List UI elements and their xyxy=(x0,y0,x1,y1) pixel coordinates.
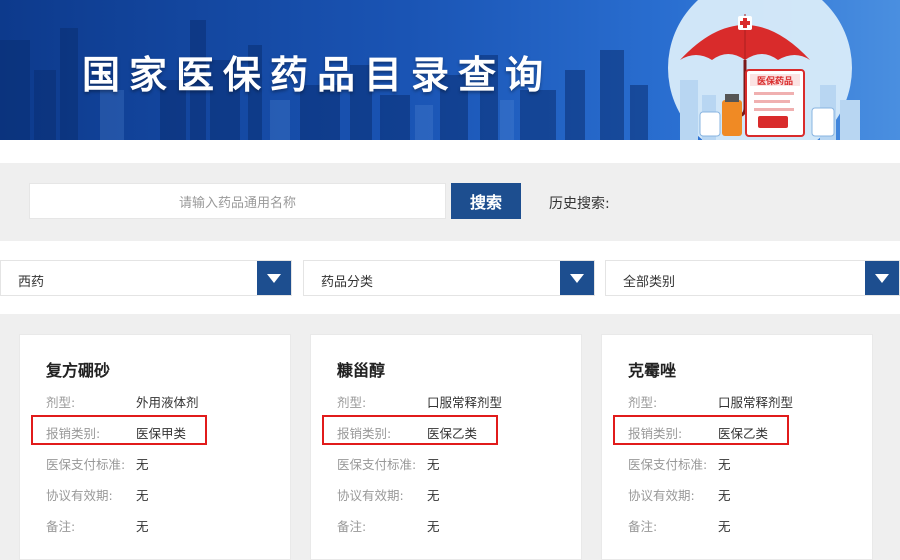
row-key: 剂型: xyxy=(46,395,76,410)
row-key: 剂型: xyxy=(337,395,367,410)
row-key: 报销类别: xyxy=(46,426,101,441)
search-button[interactable]: 搜索 xyxy=(451,183,521,219)
row-key: 医保支付标准: xyxy=(628,457,708,472)
header-banner: 国家医保药品目录查询 医保药品 xyxy=(0,0,900,140)
row-key: 备注: xyxy=(46,519,76,534)
row-key: 医保支付标准: xyxy=(46,457,126,472)
row-value: 无 xyxy=(427,488,440,503)
umbrella-medicine-icon: 医保药品 xyxy=(668,0,860,140)
row-key: 剂型: xyxy=(628,395,658,410)
drug-card[interactable]: 克霉唑 剂型: 口服常释剂型 报销类别: 医保乙类 医保支付标准: 无 协议有效… xyxy=(601,334,873,560)
row-value: 医保乙类 xyxy=(427,426,478,441)
row-key: 备注: xyxy=(628,519,658,534)
drug-name: 复方硼砂 xyxy=(46,361,111,380)
row-key: 协议有效期: xyxy=(337,488,404,503)
row-value: 无 xyxy=(718,488,731,503)
row-value: 医保甲类 xyxy=(136,426,187,441)
search-panel: 请输入药品通用名称 搜索 历史搜索: xyxy=(0,163,900,241)
row-key: 报销类别: xyxy=(337,426,392,441)
chevron-down-icon[interactable] xyxy=(865,261,899,295)
filter-drug-category-value: 药品分类 xyxy=(321,275,374,290)
row-value: 无 xyxy=(718,457,731,472)
drug-card[interactable]: 糠甾醇 剂型: 口服常释剂型 报销类别: 医保乙类 医保支付标准: 无 协议有效… xyxy=(310,334,582,560)
filter-drug-type[interactable]: 西药 xyxy=(0,260,292,296)
search-input[interactable]: 请输入药品通用名称 xyxy=(29,183,446,219)
row-key: 报销类别: xyxy=(628,426,683,441)
row-value: 外用液体剂 xyxy=(136,395,199,410)
row-value: 口服常释剂型 xyxy=(427,395,503,410)
row-value: 无 xyxy=(427,519,440,534)
row-key: 医保支付标准: xyxy=(337,457,417,472)
history-search-label: 历史搜索: xyxy=(549,196,610,212)
filter-reimbursement-class[interactable]: 全部类别 xyxy=(605,260,900,296)
drug-name: 克霉唑 xyxy=(628,361,677,380)
row-value: 医保乙类 xyxy=(718,426,769,441)
row-key: 协议有效期: xyxy=(46,488,113,503)
chevron-down-icon[interactable] xyxy=(560,261,594,295)
banner-art-label: 医保药品 xyxy=(757,75,793,87)
drug-card[interactable]: 复方硼砂 剂型: 外用液体剂 报销类别: 医保甲类 医保支付标准: 无 协议有效… xyxy=(19,334,291,560)
page-title: 国家医保药品目录查询 xyxy=(82,53,553,97)
row-key: 备注: xyxy=(337,519,367,534)
filter-reimbursement-class-value: 全部类别 xyxy=(623,275,676,290)
row-value: 无 xyxy=(136,457,149,472)
row-value: 无 xyxy=(427,457,440,472)
row-value: 口服常释剂型 xyxy=(718,395,794,410)
row-value: 无 xyxy=(136,488,149,503)
filter-drug-category[interactable]: 药品分类 xyxy=(303,260,595,296)
filter-drug-type-value: 西药 xyxy=(18,275,45,290)
chevron-down-icon[interactable] xyxy=(257,261,291,295)
row-key: 协议有效期: xyxy=(628,488,695,503)
row-value: 无 xyxy=(718,519,731,534)
row-value: 无 xyxy=(136,519,149,534)
drug-name: 糠甾醇 xyxy=(337,361,386,380)
